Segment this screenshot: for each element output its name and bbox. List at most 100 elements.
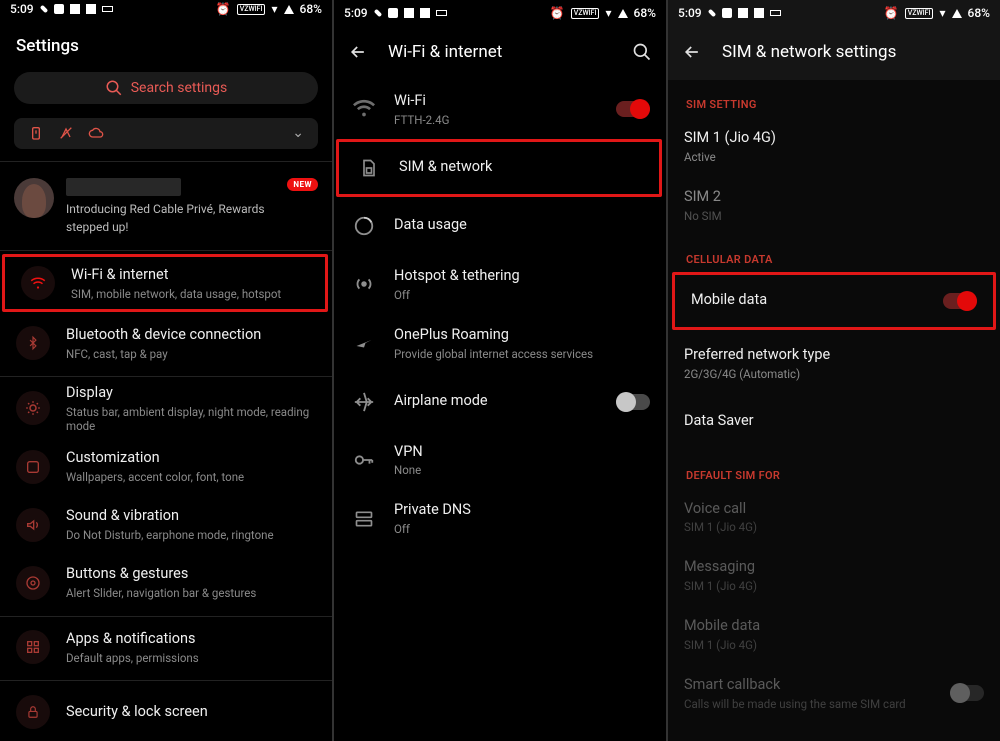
row-sim2[interactable]: SIM 2 No SIM (668, 176, 1000, 235)
divider (0, 616, 332, 617)
settings-item-buttons[interactable]: Buttons & gestures Alert Slider, navigat… (0, 554, 332, 612)
row-airplane[interactable]: Airplane mode (334, 373, 666, 431)
row-sub: FTTH-2.4G (394, 113, 600, 127)
app-icon-2 (754, 8, 764, 18)
row-title: Airplane mode (394, 392, 600, 411)
row-title: Data Saver (684, 412, 984, 431)
row-sub: 2G/3G/4G (Automatic) (684, 367, 984, 381)
settings-item-apps[interactable]: Apps & notifications Default apps, permi… (0, 618, 332, 676)
row-title: Hotspot & tethering (394, 267, 650, 286)
page-title: Wi-Fi & internet (388, 42, 612, 62)
row-title: Customization (66, 449, 316, 468)
row-data-saver[interactable]: Data Saver (668, 393, 1000, 451)
data-off-icon (58, 125, 74, 141)
settings-item-customization[interactable]: Customization Wallpapers, accent color, … (0, 438, 332, 496)
divider (0, 376, 332, 377)
vzwifi-badge: VZWIFI (237, 4, 266, 15)
profile-row[interactable]: Introducing Red Cable Privé, Rewards ste… (0, 164, 332, 246)
row-title: Mobile data (684, 617, 984, 636)
row-title: Wi-Fi (394, 92, 600, 111)
airplane-toggle[interactable] (616, 394, 650, 410)
row-title: Wi-Fi & internet (71, 266, 309, 285)
row-sub: SIM 1 (Jio 4G) (684, 638, 984, 652)
row-title: Mobile data (691, 291, 927, 310)
search-icon (105, 79, 123, 97)
divider (0, 680, 332, 681)
row-default-mobiledata: Mobile data SIM 1 (Jio 4G) (668, 605, 1000, 664)
row-sub: NFC, cast, tap & pay (66, 347, 316, 361)
row-default-voice: Voice call SIM 1 (Jio 4G) (668, 488, 1000, 547)
row-title: Data usage (394, 216, 650, 235)
back-button[interactable] (348, 42, 368, 62)
profile-name-redacted (66, 178, 181, 196)
row-sim1[interactable]: SIM 1 (Jio 4G) Active (668, 117, 1000, 176)
row-mobile-data[interactable]: Mobile data (672, 272, 996, 330)
row-data-usage[interactable]: Data usage (334, 197, 666, 255)
alarm-icon: ⏰ (216, 2, 231, 16)
sound-icon (16, 508, 50, 542)
row-title: Sound & vibration (66, 507, 316, 526)
settings-item-display[interactable]: Display Status bar, ambient display, nig… (0, 379, 332, 438)
link-icon (39, 5, 47, 13)
profile-sub-1: Introducing Red Cable Privé, Rewards (66, 200, 275, 218)
row-title: Voice call (684, 500, 984, 519)
phone-3: 5:09 ⏰ VZWIFI ▾ 68% SIM & network settin… (666, 0, 1000, 741)
row-sub: Active (684, 150, 984, 164)
settings-item-bluetooth[interactable]: Bluetooth & device connection NFC, cast,… (0, 314, 332, 372)
battery-alert-icon (28, 125, 44, 141)
search-button[interactable] (632, 42, 652, 62)
settings-item-wifi[interactable]: Wi-Fi & internet SIM, mobile network, da… (2, 254, 328, 312)
row-sub: Off (394, 288, 650, 302)
profile-sub-2: stepped up! (66, 218, 275, 236)
sim-icon (355, 154, 383, 182)
gestures-icon (16, 566, 50, 600)
row-title: OnePlus Roaming (394, 326, 650, 345)
status-bar: 5:09 ⏰ VZWIFI ▾ 68% (0, 0, 332, 18)
app-icon (404, 8, 414, 18)
row-sub: SIM 1 (Jio 4G) (684, 579, 984, 593)
wifi-toggle[interactable] (616, 101, 650, 117)
row-title: Apps & notifications (66, 630, 316, 649)
row-roaming[interactable]: OnePlus Roaming Provide global internet … (334, 314, 666, 373)
back-button[interactable] (682, 42, 702, 62)
row-sub: Do Not Disturb, earphone mode, ringtone (66, 528, 316, 542)
row-wifi[interactable]: Wi-Fi FTTH-2.4G (334, 80, 666, 139)
app-icon (738, 8, 748, 18)
row-sub: Provide global internet access services (394, 347, 650, 361)
app-icon (70, 4, 80, 14)
settings-item-security[interactable]: Security & lock screen (0, 683, 332, 741)
app-icon-2 (86, 4, 96, 14)
phone-1: 5:09 ⏰ VZWIFI ▾ 68% Settings Search sett… (0, 0, 332, 741)
status-time: 5:09 (10, 2, 34, 16)
quick-settings-card[interactable]: ⌄ (14, 118, 318, 149)
row-private-dns[interactable]: Private DNS Off (334, 489, 666, 548)
wifi-icon: ▾ (605, 6, 611, 20)
avatar (14, 178, 54, 218)
row-sim-network[interactable]: SIM & network (336, 139, 662, 197)
row-vpn[interactable]: VPN None (334, 431, 666, 490)
row-title: Security & lock screen (66, 703, 316, 722)
dns-icon (350, 505, 378, 533)
alarm-icon: ⏰ (884, 6, 899, 20)
phone-2: 5:09 ⏰ VZWIFI ▾ 68% Wi-Fi & internet Wi (332, 0, 666, 741)
row-title: Bluetooth & device connection (66, 326, 316, 345)
lock-icon (16, 695, 50, 729)
laptop-icon (436, 10, 447, 16)
section-default-sim: DEFAULT SIM FOR (668, 451, 1000, 488)
row-sub: Wallpapers, accent color, font, tone (66, 470, 316, 484)
status-time: 5:09 (344, 6, 368, 20)
linkedin-icon (54, 4, 64, 14)
page-title: SIM & network settings (722, 42, 986, 62)
divider (0, 250, 332, 251)
bluetooth-icon (16, 326, 50, 360)
row-hotspot[interactable]: Hotspot & tethering Off (334, 255, 666, 314)
laptop-icon (770, 10, 781, 16)
app-icon-2 (420, 8, 430, 18)
search-settings[interactable]: Search settings (14, 72, 318, 103)
settings-item-sound[interactable]: Sound & vibration Do Not Disturb, earpho… (0, 496, 332, 554)
row-preferred-network[interactable]: Preferred network type 2G/3G/4G (Automat… (668, 334, 1000, 393)
row-title: VPN (394, 443, 650, 462)
apps-icon (16, 630, 50, 664)
mobile-data-toggle[interactable] (943, 293, 977, 309)
vzwifi-badge: VZWIFI (571, 8, 600, 19)
